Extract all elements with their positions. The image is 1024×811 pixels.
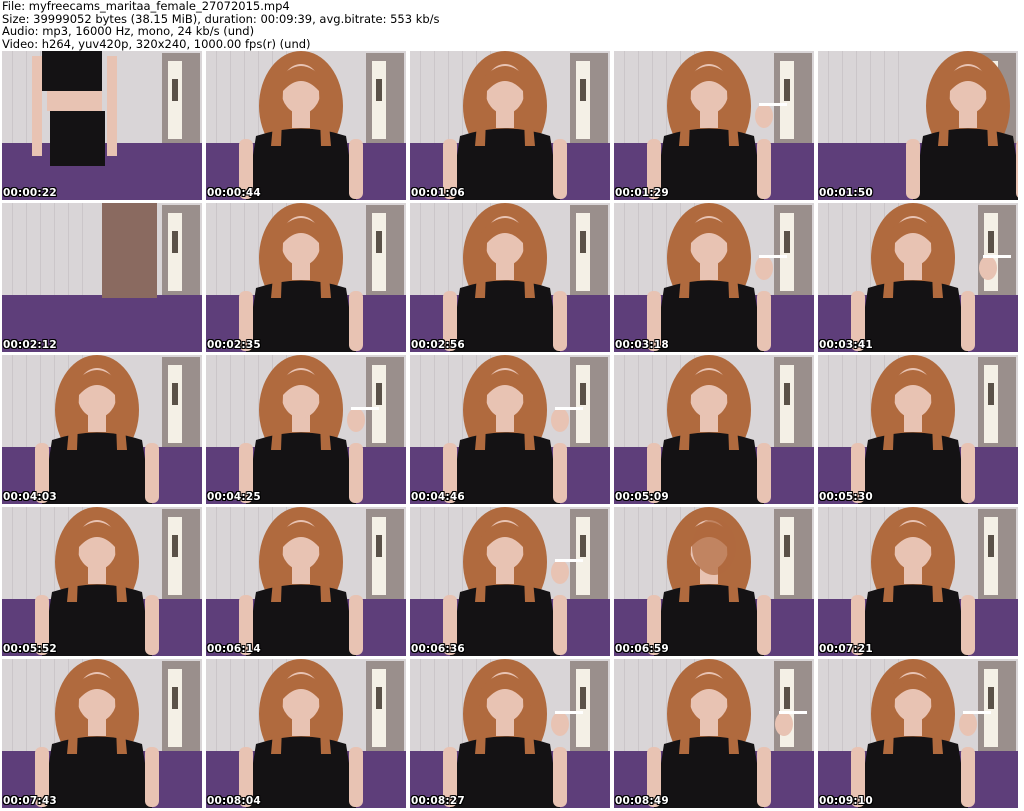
thumbnail-timestamp: 00:01:50 xyxy=(819,187,873,199)
video-thumbnail: 00:05:52 xyxy=(2,507,202,656)
audio-info-line: Audio: mp3, 16000 Hz, mono, 24 kb/s (und… xyxy=(2,24,255,38)
thumbnail-frame-image xyxy=(206,659,406,808)
thumbnail-grid: 00:00:22 00:00:44 00:01:06 00:01:29 00:01:50… xyxy=(2,51,1023,809)
video-thumbnail: 00:05:30 xyxy=(818,355,1018,504)
video-thumbnail: 00:02:35 xyxy=(206,203,406,352)
thumbnail-frame-image xyxy=(614,659,814,808)
thumbnail-timestamp: 00:00:44 xyxy=(207,187,261,199)
video-thumbnail: 00:00:44 xyxy=(206,51,406,200)
video-thumbnail: 00:04:25 xyxy=(206,355,406,504)
thumbnail-timestamp: 00:05:09 xyxy=(615,491,669,503)
thumbnail-timestamp: 00:07:43 xyxy=(3,795,57,807)
thumbnail-timestamp: 00:03:41 xyxy=(819,339,873,351)
file-name-line: File: myfreecams_maritaa_female_27072015… xyxy=(2,0,290,13)
thumbnail-timestamp: 00:02:12 xyxy=(3,339,57,351)
video-thumbnail: 00:01:06 xyxy=(410,51,610,200)
thumbnail-timestamp: 00:08:49 xyxy=(615,795,669,807)
video-thumbnail: 00:06:14 xyxy=(206,507,406,656)
video-thumbnail: 00:07:21 xyxy=(818,507,1018,656)
thumbnail-frame-image xyxy=(2,355,202,504)
video-info-line: Video: h264, yuv420p, 320x240, 1000.00 f… xyxy=(2,36,311,51)
thumbnail-timestamp: 00:05:30 xyxy=(819,491,873,503)
thumbnail-frame-image xyxy=(818,355,1018,504)
file-info-header: File: myfreecams_maritaa_female_27072015… xyxy=(2,0,440,50)
thumbnail-timestamp: 00:04:03 xyxy=(3,491,57,503)
thumbnail-timestamp: 00:06:36 xyxy=(411,643,465,655)
thumbnail-timestamp: 00:06:59 xyxy=(615,643,669,655)
thumbnail-timestamp: 00:04:25 xyxy=(207,491,261,503)
video-thumbnail: 00:02:12 xyxy=(2,203,202,352)
thumbnail-frame-image xyxy=(206,51,406,200)
video-thumbnail: 00:09:10 xyxy=(818,659,1018,808)
thumbnail-frame-image xyxy=(818,203,1018,352)
thumbnail-timestamp: 00:01:06 xyxy=(411,187,465,199)
thumbnail-timestamp: 00:05:52 xyxy=(3,643,57,655)
video-thumbnail: 00:03:41 xyxy=(818,203,1018,352)
video-thumbnail: 00:06:36 xyxy=(410,507,610,656)
thumbnail-timestamp: 00:02:35 xyxy=(207,339,261,351)
thumbnail-frame-image xyxy=(410,51,610,200)
thumbnail-frame-image xyxy=(614,507,814,656)
thumbnail-frame-image xyxy=(206,507,406,656)
thumbnail-frame-image xyxy=(2,507,202,656)
thumbnail-timestamp: 00:09:10 xyxy=(819,795,873,807)
thumbnail-frame-image xyxy=(410,659,610,808)
video-thumbnail: 00:04:03 xyxy=(2,355,202,504)
video-thumbnail: 00:02:56 xyxy=(410,203,610,352)
thumbnail-frame-image xyxy=(818,659,1018,808)
thumbnail-frame-image xyxy=(2,203,202,352)
thumbnail-frame-image xyxy=(614,51,814,200)
thumbnail-timestamp: 00:03:18 xyxy=(615,339,669,351)
thumbnail-timestamp: 00:08:27 xyxy=(411,795,465,807)
video-thumbnail: 00:07:43 xyxy=(2,659,202,808)
thumbnail-timestamp: 00:02:56 xyxy=(411,339,465,351)
video-thumbnail: 00:05:09 xyxy=(614,355,814,504)
thumbnail-frame-image xyxy=(206,355,406,504)
video-thumbnail: 00:01:50 xyxy=(818,51,1018,200)
video-thumbnail: 00:03:18 xyxy=(614,203,814,352)
thumbnail-frame-image xyxy=(2,659,202,808)
thumbnail-timestamp: 00:07:21 xyxy=(819,643,873,655)
thumbnail-timestamp: 00:01:29 xyxy=(615,187,669,199)
thumbnail-frame-image xyxy=(206,203,406,352)
video-thumbnail: 00:08:27 xyxy=(410,659,610,808)
thumbnail-frame-image xyxy=(818,51,1018,200)
thumbnail-timestamp: 00:00:22 xyxy=(3,187,57,199)
thumbnail-timestamp: 00:04:46 xyxy=(411,491,465,503)
video-thumbnail: 00:08:49 xyxy=(614,659,814,808)
thumbnail-frame-image xyxy=(2,51,202,200)
video-thumbnail: 00:06:59 xyxy=(614,507,814,656)
thumbnail-frame-image xyxy=(410,203,610,352)
video-thumbnail: 00:04:46 xyxy=(410,355,610,504)
thumbnail-timestamp: 00:06:14 xyxy=(207,643,261,655)
thumbnail-frame-image xyxy=(818,507,1018,656)
thumbnail-frame-image xyxy=(410,507,610,656)
video-thumbnail: 00:00:22 xyxy=(2,51,202,200)
thumbnail-timestamp: 00:08:04 xyxy=(207,795,261,807)
video-thumbnail: 00:01:29 xyxy=(614,51,814,200)
thumbnail-frame-image xyxy=(614,203,814,352)
video-thumbnail: 00:08:04 xyxy=(206,659,406,808)
thumbnail-frame-image xyxy=(410,355,610,504)
thumbnail-frame-image xyxy=(614,355,814,504)
